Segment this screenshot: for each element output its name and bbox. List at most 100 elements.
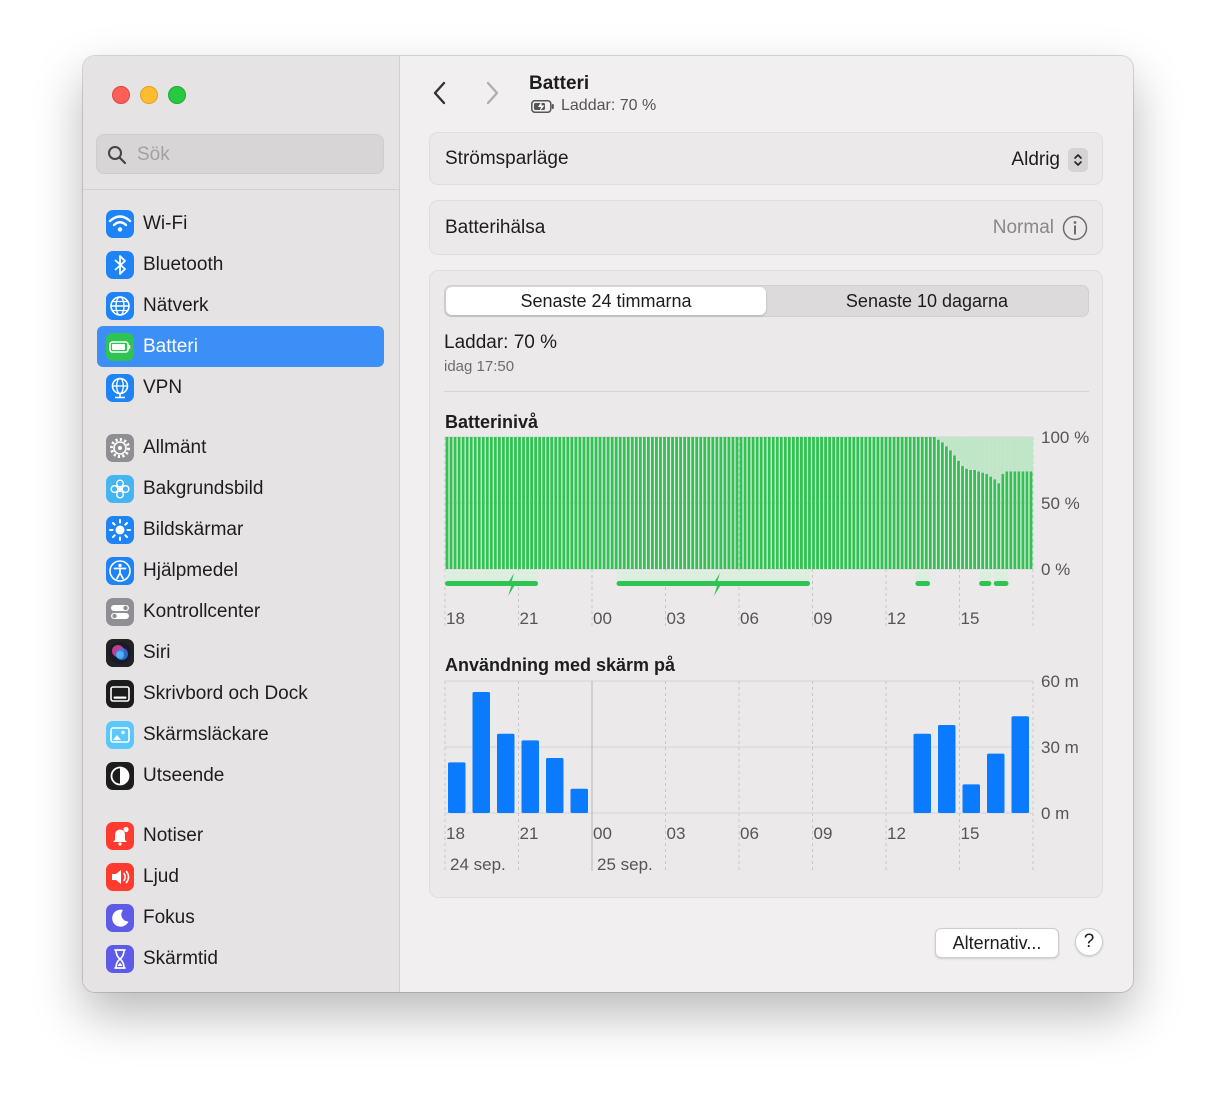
battery-drain-shade [1024,437,1029,472]
battery-level-bar [457,437,461,569]
sidebar-item-bluetooth[interactable]: Bluetooth [97,244,384,285]
sidebar-item-battery[interactable]: Batteri [97,326,384,367]
info-icon[interactable] [1062,215,1088,241]
sidebar-item-hourglass[interactable]: Skärmtid [97,938,384,979]
settings-window: Wi-Fi Bluetooth Nätverk Batteri VPN Allmänt Ba… [83,56,1133,992]
battery-level-bar [646,437,650,569]
battery-level-bar [671,437,674,569]
siri-icon [106,638,134,667]
battery-level-bar [997,483,1001,569]
charging-segment [445,581,539,586]
search-input[interactable] [135,141,379,169]
power-mode-value: Aldrig [1011,149,1060,170]
sidebar-item-sun[interactable]: Bildskärmar [97,509,384,550]
battery-level-bar [912,437,916,569]
battery-level-bar [1017,471,1021,569]
sidebar-item-label: Allmänt [143,436,207,458]
battery-level-bar [538,437,542,569]
battery-level-bar [514,437,517,569]
back-chevron-icon[interactable] [432,80,448,106]
battery-level-bar [566,437,570,569]
battery-level-bar [453,437,457,569]
forward-chevron-icon[interactable] [484,80,500,106]
zoom-button[interactable] [168,86,186,104]
sidebar-item-accessibility[interactable]: Hjälpmedel [97,550,384,591]
battery-level-bar [473,437,477,569]
battery-level-bar [908,437,912,569]
sidebar-item-label: Bluetooth [143,253,224,275]
battery-level-bar [667,437,670,569]
usage-bar [472,692,490,813]
sidebar-item-label: Bakgrundsbild [143,477,264,499]
usage-bar [570,788,588,813]
sidebar-item-bell[interactable]: Notiser [97,815,384,856]
battery-x-tick: 03 [667,609,686,628]
toggles-icon [106,597,134,626]
battery-level-bar [642,437,646,569]
date-label-24-sep: 24 sep. [450,855,506,874]
battery-level-bar [844,437,848,569]
battery-level-bar [1009,471,1013,569]
battery-level-bar [816,437,819,569]
battery-level-bar [763,437,767,569]
sidebar-item-gear[interactable]: Allmänt [97,427,384,468]
sidebar-item-label: Utseende [143,764,225,786]
sidebar-item-flower[interactable]: Bakgrundsbild [97,468,384,509]
battery-level-bar [465,437,469,569]
battery-health-label: Batterihälsa [445,217,546,238]
battery-charts: Batterinivå 18 21 00 03 06 09 12 15 100 % 50 % 0 % A… [444,412,1089,874]
sidebar-item-moon[interactable]: Fokus [97,897,384,938]
battery-level-bar [715,437,719,569]
battery-level-bar [650,437,654,569]
battery-level-bar [614,437,618,569]
battery-level-bar [1001,473,1005,569]
sidebar-item-globe[interactable]: Nätverk [97,285,384,326]
sidebar-item-label: VPN [143,376,183,398]
help-button[interactable]: ? [1075,928,1103,956]
power-mode-popup[interactable]: Aldrig [1011,148,1088,172]
sidebar-item-screensaver[interactable]: Skärmsläckare [97,714,384,755]
battery-usage-card: Senaste 24 timmarna Senaste 10 dagarna L… [429,270,1103,898]
close-button[interactable] [112,86,130,104]
sidebar-item-label: Siri [143,641,171,663]
battery-level-bar [610,437,614,569]
sidebar-item-wifi[interactable]: Wi-Fi [97,203,384,244]
battery-level-bar [497,437,501,569]
sidebar-item-label: Skärmtid [143,947,218,969]
battery-level-bar [582,437,586,569]
sidebar-item-siri[interactable]: Siri [97,632,384,673]
battery-drain-shade [948,437,953,451]
sidebar-item-vpn-globe[interactable]: VPN [97,367,384,408]
battery-level-bar [864,437,868,569]
sidebar-item-dock[interactable]: Skrivbord och Dock [97,673,384,714]
options-button[interactable]: Alternativ... [935,928,1059,958]
battery-level-bar [957,460,960,569]
sidebar-item-label: Skärmsläckare [143,723,269,745]
flower-icon [106,474,134,503]
battery-level-bar [1013,471,1017,569]
battery-level-bar [707,437,711,569]
vpn-globe-icon [106,373,134,402]
sun-icon [106,515,134,544]
battery-level-bar [522,437,525,569]
sidebar-item-toggles[interactable]: Kontrollcenter [97,591,384,632]
battery-level-bar [848,437,852,569]
search-field[interactable] [96,134,384,174]
sidebar-item-appearance[interactable]: Utseende [97,755,384,796]
battery-level-bar [485,437,489,569]
sidebar-item-speaker[interactable]: Ljud [97,856,384,897]
battery-x-tick: 18 [446,609,465,628]
sidebar-item-label: Nätverk [143,294,209,316]
battery-level-bar [703,437,707,569]
battery-level-bar [916,437,920,569]
usage-x-tick: 06 [740,824,759,843]
battery-level-bar [461,437,465,569]
search-icon [108,146,127,165]
battery-level-bar [469,437,473,569]
minimize-button[interactable] [140,86,158,104]
battery-level-bar [808,437,811,569]
battery-drain-shade [944,437,949,447]
battery-level-bar [920,437,924,569]
battery-drain-shade [972,437,977,470]
